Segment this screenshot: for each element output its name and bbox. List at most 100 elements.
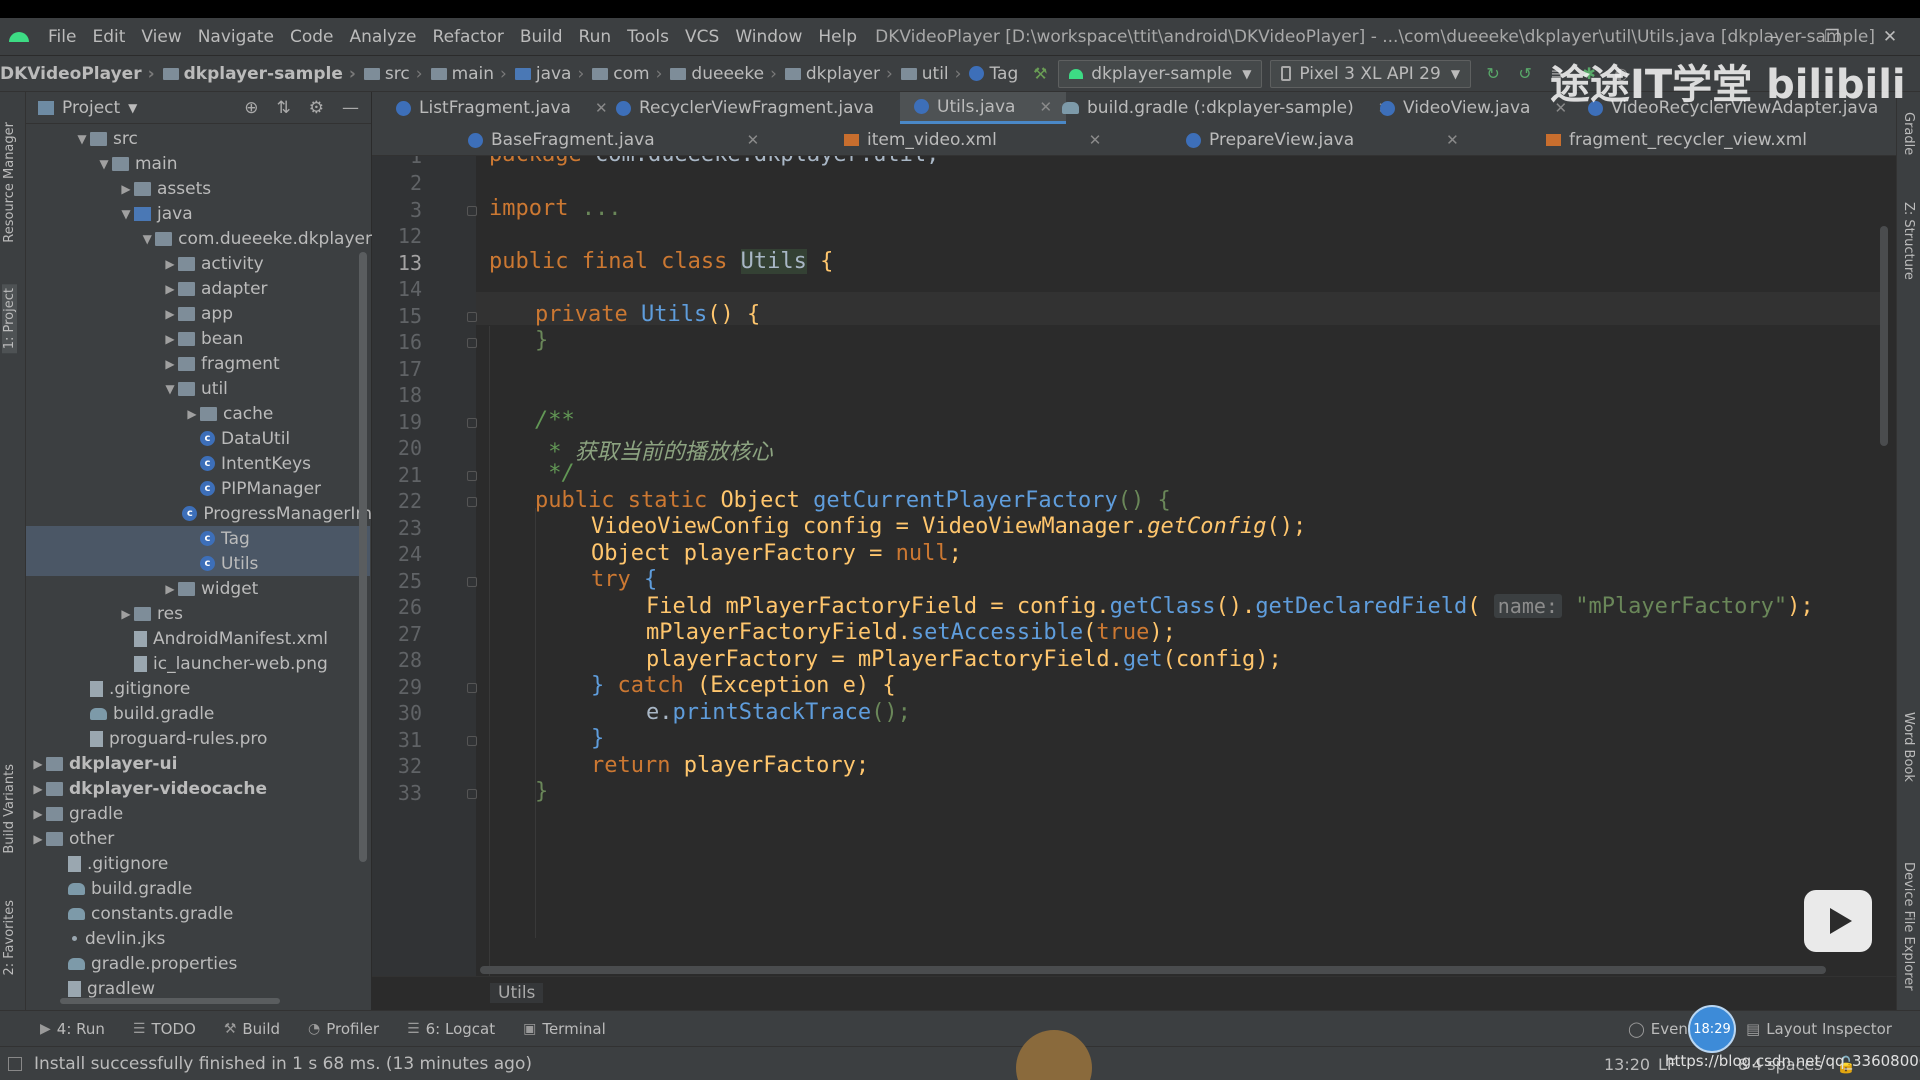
menu-help[interactable]: Help — [810, 27, 865, 47]
chevron-down-icon[interactable]: ▼ — [128, 101, 137, 115]
tab-listfragment[interactable]: ListFragment.java ✕ — [396, 92, 608, 124]
device-dropdown[interactable]: Pixel 3 XL API 29 ▼ — [1270, 59, 1472, 88]
device-file-explorer-tab[interactable]: Device File Explorer — [1901, 862, 1916, 991]
fold-marker-icon[interactable] — [467, 338, 477, 348]
layout-inspector-button[interactable]: ▤ Layout Inspector — [1746, 1011, 1892, 1047]
run-tool-button[interactable]: ▶ 4: Run — [40, 1020, 105, 1038]
tree-item[interactable]: ▶ dkplayer-ui — [26, 751, 372, 776]
terminal-tool-button[interactable]: ▣ Terminal — [523, 1020, 606, 1038]
chevron-right-icon[interactable]: ▶ — [30, 757, 46, 771]
tree-item[interactable]: AndroidManifest.xml — [26, 626, 372, 651]
gradle-tab[interactable]: Gradle — [1901, 112, 1916, 155]
tree-item[interactable]: ▶ gradle — [26, 801, 372, 826]
apply-code-changes-icon[interactable]: ↺ — [1515, 64, 1535, 84]
fold-marker-icon[interactable] — [467, 312, 477, 322]
folded-imports[interactable]: ... — [568, 196, 622, 221]
build-variants-tab[interactable]: Build Variants — [2, 764, 17, 854]
tree-item[interactable]: proguard-rules.pro — [26, 726, 372, 751]
locate-icon[interactable]: ⊕ — [244, 98, 258, 118]
breadcrumb-src[interactable]: src › — [362, 64, 429, 84]
close-window-button[interactable]: ✕ — [1860, 18, 1920, 56]
tree-item[interactable]: ▼ util — [26, 376, 372, 401]
project-tool-tab[interactable]: 1: Project — [2, 284, 17, 354]
breadcrumb-dkplayer[interactable]: dkplayer › — [783, 64, 899, 84]
fold-marker-icon[interactable] — [467, 683, 477, 693]
breadcrumb-project[interactable]: DKVideoPlayer › — [0, 64, 161, 84]
close-icon[interactable]: ✕ — [1089, 131, 1102, 149]
chevron-right-icon[interactable]: ▶ — [30, 832, 46, 846]
tree-item[interactable]: ▼ src — [26, 126, 372, 151]
tab-utils[interactable]: Utils.java ✕ — [900, 92, 1067, 124]
tree-item[interactable]: c Tag — [26, 526, 370, 551]
tab-item-video-xml[interactable]: item_video.xml ✕ — [844, 124, 1101, 156]
fold-marker-icon[interactable] — [467, 471, 477, 481]
chevron-right-icon[interactable]: ▶ — [162, 282, 178, 296]
collapse-all-icon[interactable]: ⇅ — [277, 98, 291, 118]
breadcrumb-dueeeke[interactable]: dueeeke › — [668, 64, 782, 84]
fold-marker-icon[interactable] — [467, 577, 477, 587]
menu-tools[interactable]: Tools — [619, 27, 677, 47]
tree-item[interactable]: ▼ main — [26, 151, 372, 176]
tree-item[interactable]: ic_launcher-web.png — [26, 651, 372, 676]
tree-item[interactable]: ▶ app — [26, 301, 372, 326]
menu-analyze[interactable]: Analyze — [342, 27, 425, 47]
chevron-down-icon[interactable]: ▼ — [139, 232, 155, 246]
code-editor[interactable]: 1 2 3 12 13 14 15 16 17 18 19 20 21 22 23 24 25 26 27 28 29 3… — [372, 156, 1896, 976]
status-message[interactable]: Install successfully finished in 1 s 68 … — [34, 1054, 532, 1074]
tree-item[interactable]: constants.gradle — [26, 901, 372, 926]
tree-item[interactable]: c PIPManager — [26, 476, 372, 501]
fold-marker-icon[interactable] — [467, 789, 477, 799]
tree-item[interactable]: c Utils — [26, 551, 370, 576]
tree-item[interactable]: ▶ bean — [26, 326, 372, 351]
tree-item[interactable]: c DataUtil — [26, 426, 372, 451]
chevron-down-icon[interactable]: ▼ — [96, 157, 112, 171]
tab-prepareview[interactable]: PrepareView.java ✕ — [1186, 124, 1459, 156]
breadcrumb-module[interactable]: dkplayer-sample › — [161, 64, 362, 84]
tree-item[interactable]: ▶ activity — [26, 251, 372, 276]
chevron-right-icon[interactable]: ▶ — [162, 582, 178, 596]
menu-code[interactable]: Code — [282, 27, 342, 47]
tree-item[interactable]: ▶ assets — [26, 176, 372, 201]
favorites-tab[interactable]: 2: Favorites — [2, 900, 17, 976]
play-icon[interactable] — [1804, 890, 1872, 952]
tree-item[interactable]: ▶ res — [26, 601, 372, 626]
menu-vcs[interactable]: VCS — [677, 27, 727, 47]
todo-tool-button[interactable]: ☰ TODO — [133, 1020, 196, 1038]
menu-edit[interactable]: Edit — [84, 27, 133, 47]
tab-build-gradle[interactable]: build.gradle (:dkplayer-sample)✕ — [1062, 92, 1390, 124]
resource-manager-tab[interactable]: Resource Manager — [2, 122, 17, 243]
project-view-dropdown[interactable]: Project — [62, 98, 120, 118]
hammer-icon[interactable]: ⚒ — [1030, 64, 1050, 84]
tree-item[interactable]: ▼ com.dueeeke.dkplayer — [26, 226, 372, 251]
chevron-right-icon[interactable]: ▶ — [184, 407, 200, 421]
chevron-right-icon[interactable]: ▶ — [162, 257, 178, 271]
menu-run[interactable]: Run — [571, 27, 620, 47]
apply-changes-icon[interactable]: ↻ — [1483, 64, 1503, 84]
breadcrumb-com[interactable]: com › — [590, 64, 668, 84]
tree-item[interactable]: ▶ widget — [26, 576, 372, 601]
restore-button[interactable]: ❐ — [1802, 18, 1862, 56]
word-book-tab[interactable]: Word Book — [1901, 712, 1916, 782]
breadcrumb-main[interactable]: main › — [429, 64, 513, 84]
tree-horizontal-scrollbar[interactable] — [60, 998, 280, 1004]
editor-vertical-scrollbar[interactable] — [1880, 226, 1888, 446]
tree-item[interactable]: ▶ adapter — [26, 276, 372, 301]
build-tool-button[interactable]: ⚒ Build — [224, 1020, 280, 1038]
chevron-right-icon[interactable]: ▶ — [118, 182, 134, 196]
event-log-button[interactable]: ◯ Event — [1628, 1011, 1694, 1047]
tab-videoview[interactable]: VideoView.java ✕ — [1380, 92, 1567, 124]
chevron-right-icon[interactable]: ▶ — [30, 807, 46, 821]
run-config-dropdown[interactable]: dkplayer-sample ▼ — [1058, 59, 1263, 88]
tree-item[interactable]: c IntentKeys — [26, 451, 372, 476]
tab-recyclerviewfragment[interactable]: RecyclerViewFragment.java✕ — [616, 92, 911, 124]
fold-marker-icon[interactable] — [467, 206, 477, 216]
menu-view[interactable]: View — [133, 27, 189, 47]
tree-item[interactable]: ▶ cache — [26, 401, 372, 426]
chevron-right-icon[interactable]: ▶ — [162, 357, 178, 371]
chevron-right-icon[interactable]: ▶ — [162, 332, 178, 346]
menu-build[interactable]: Build — [512, 27, 571, 47]
close-icon[interactable]: ✕ — [1446, 131, 1459, 149]
breadcrumb-java[interactable]: java › — [513, 64, 590, 84]
chevron-down-icon[interactable]: ▼ — [162, 382, 178, 396]
tree-item[interactable]: .gitignore — [26, 676, 372, 701]
